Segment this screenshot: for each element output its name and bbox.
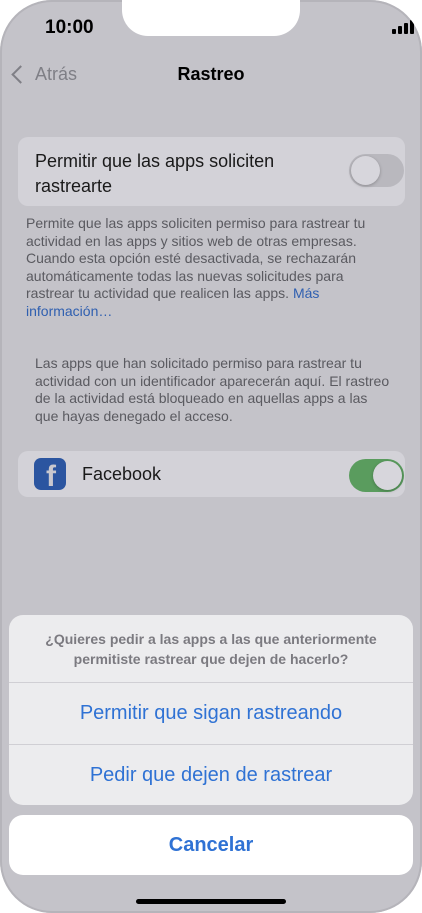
- tracking-description: Permite que las apps soliciten permiso p…: [26, 215, 391, 320]
- action-sheet-message: ¿Quieres pedir a las apps a las que ante…: [45, 631, 377, 667]
- cancel-button[interactable]: Cancelar: [9, 815, 413, 875]
- allow-tracking-requests-toggle[interactable]: [349, 154, 404, 187]
- apps-section-description: Las apps que han solicitado permiso para…: [35, 355, 390, 424]
- tracking-setting-label: Permitir que las apps soliciten rastrear…: [35, 151, 275, 196]
- action-sheet: ¿Quieres pedir a las apps a las que ante…: [9, 615, 413, 805]
- tracking-setting-row: Permitir que las apps soliciten rastrear…: [18, 137, 405, 206]
- facebook-tracking-toggle[interactable]: [349, 459, 404, 492]
- home-indicator[interactable]: [136, 899, 286, 904]
- page-title: Rastreo: [177, 64, 245, 84]
- phone-screen: 10:00 Atrás Rastreo Permitir que las app…: [0, 0, 422, 913]
- signal-icon: [392, 20, 416, 34]
- app-name: Facebook: [82, 464, 162, 484]
- toggle-knob: [351, 156, 380, 185]
- notch: [122, 0, 300, 36]
- facebook-icon: f: [34, 458, 66, 493]
- allow-continue-tracking-button[interactable]: Permitir que sigan rastreando: [9, 683, 413, 743]
- toggle-knob: [373, 461, 402, 490]
- status-time: 10:00: [45, 17, 94, 38]
- app-row-facebook: f Facebook: [18, 451, 405, 497]
- ask-stop-tracking-button[interactable]: Pedir que dejen de rastrear: [9, 745, 413, 805]
